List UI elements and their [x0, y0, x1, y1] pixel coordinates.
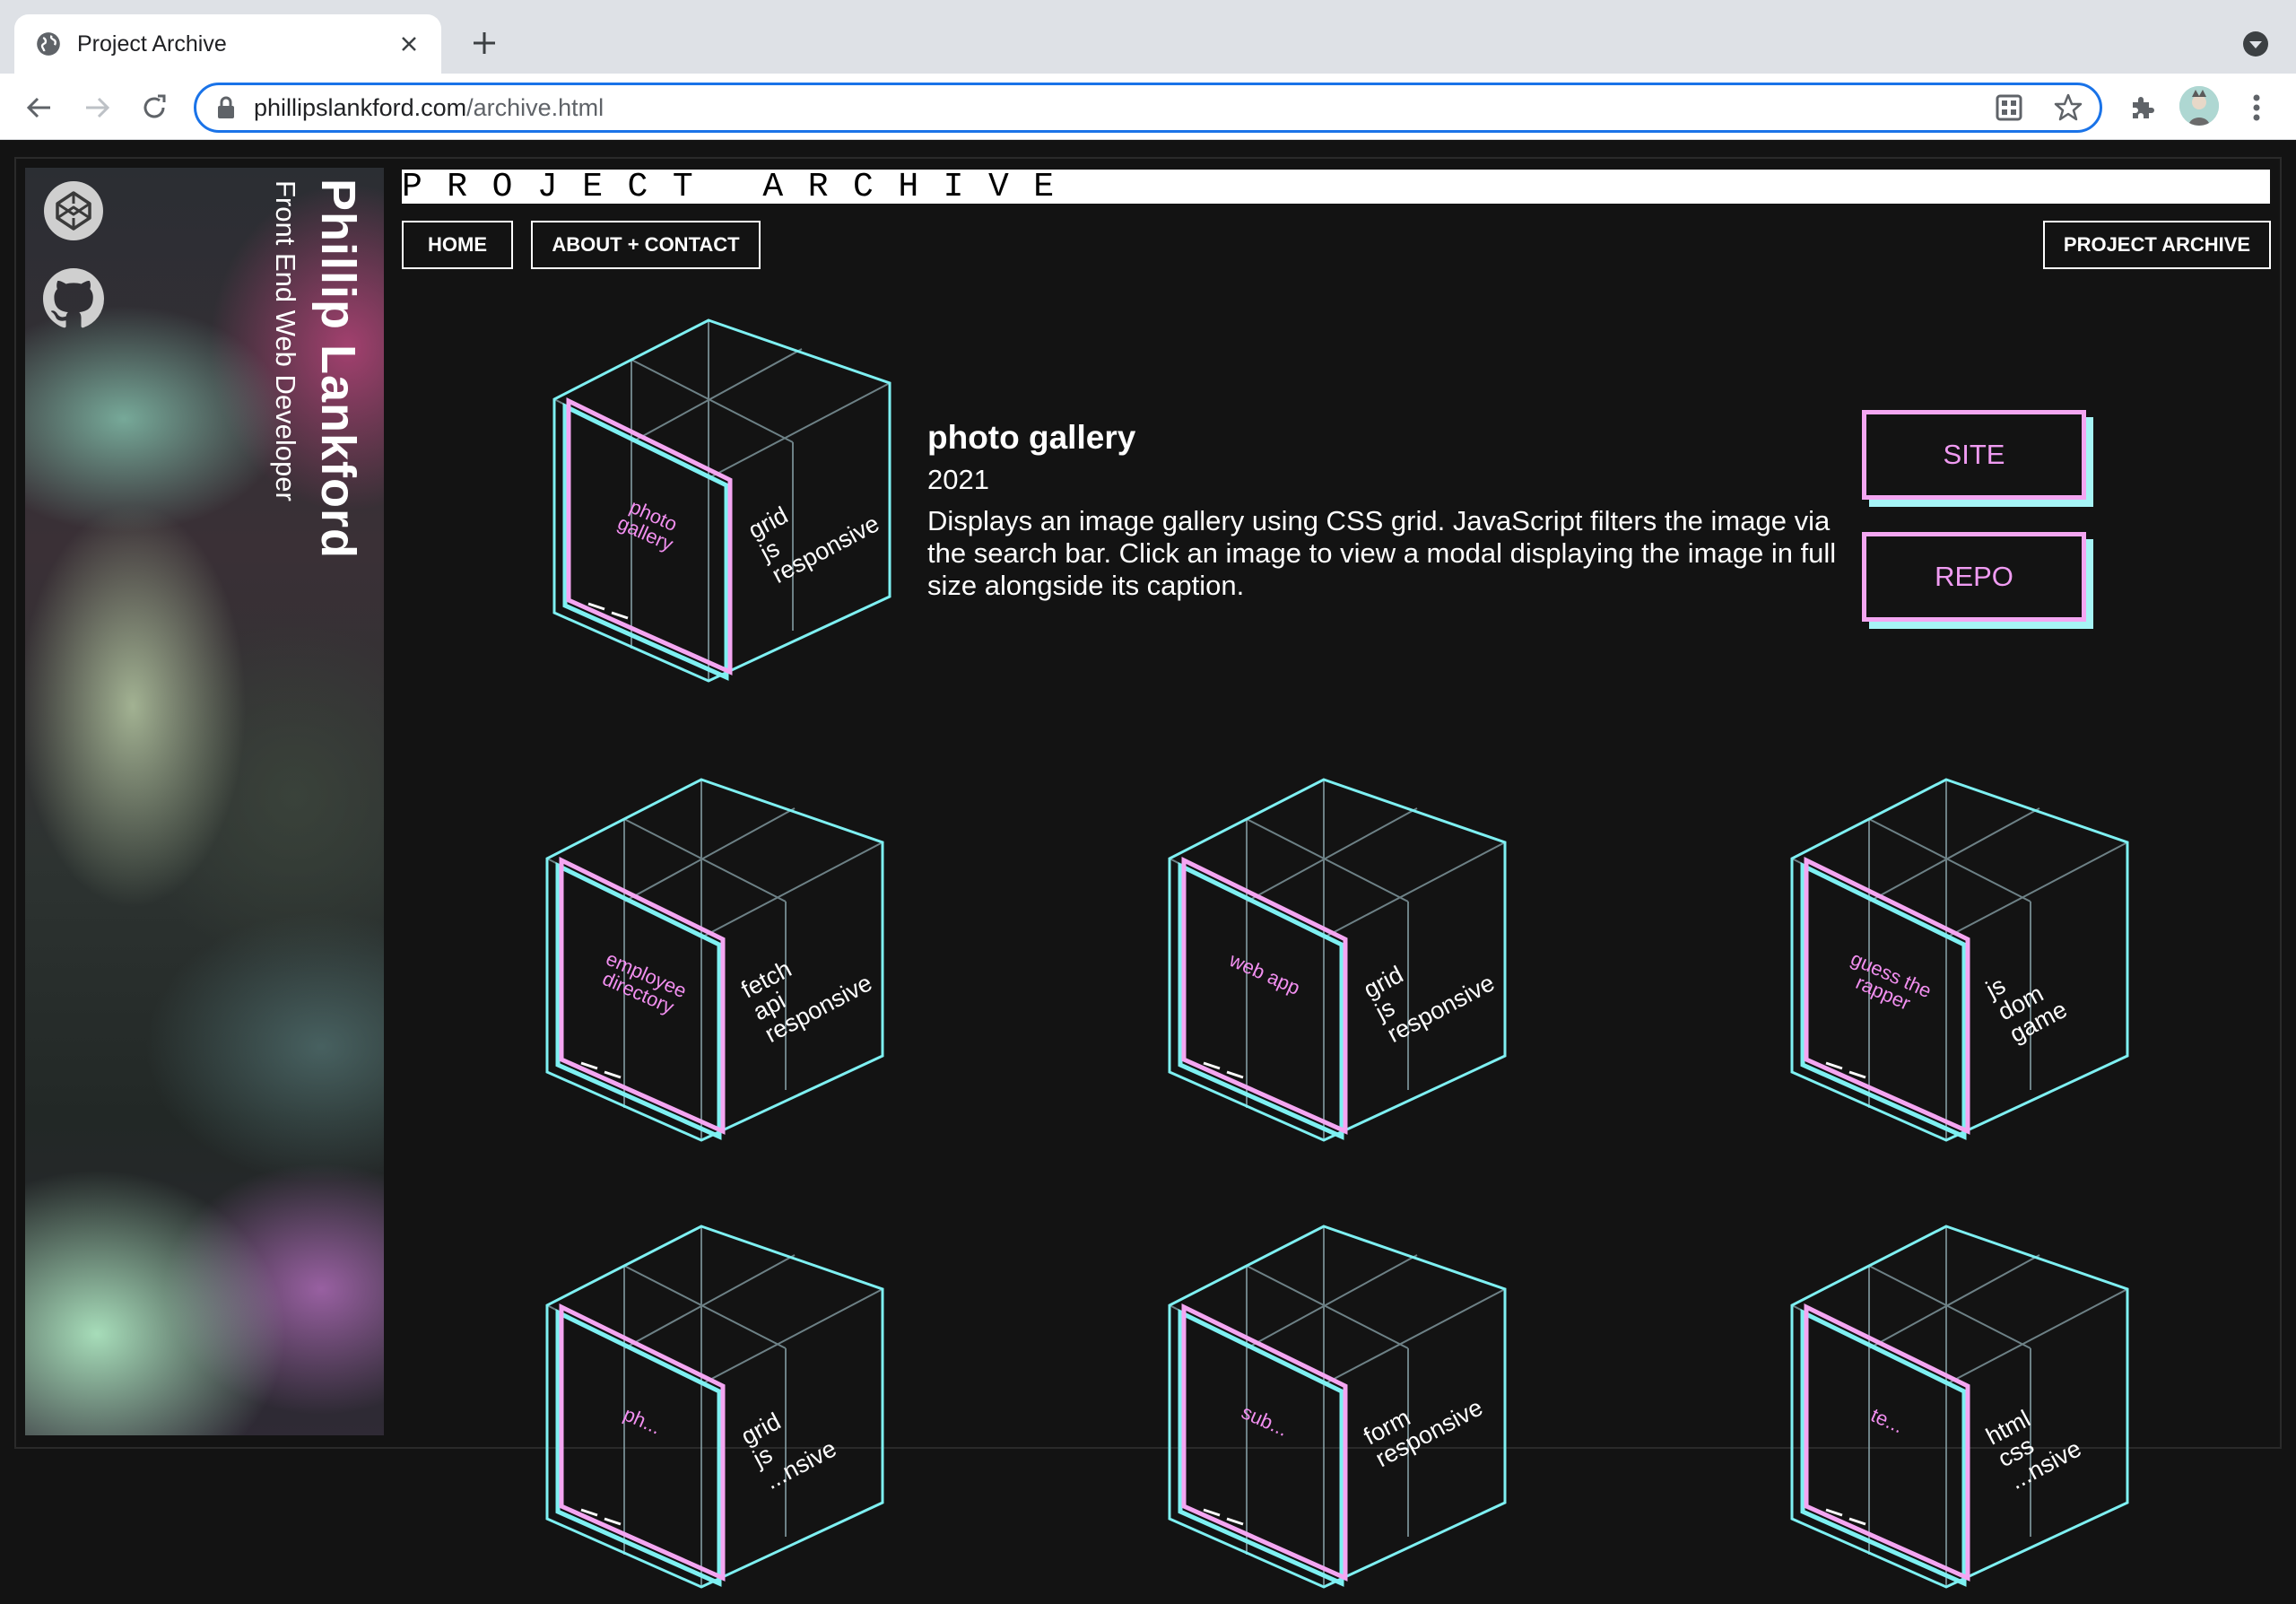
reload-icon[interactable]	[135, 88, 174, 127]
cube-wireframe	[1790, 778, 2129, 1142]
featured-project-cube[interactable]: photo gallery grid js responsive	[542, 308, 900, 693]
profile-avatar[interactable]	[2179, 86, 2219, 126]
project-cube[interactable]: web app grid js responsive	[1157, 767, 1516, 1153]
project-cube[interactable]: guess the rapper js dom game	[1779, 767, 2138, 1153]
featured-project-title: photo gallery	[927, 419, 1136, 456]
nav-about-contact-button[interactable]: ABOUT + CONTACT	[531, 221, 761, 269]
url-text: phillipslankford.com/archive.html	[254, 94, 604, 122]
featured-project-description: Displays an image gallery using CSS grid…	[927, 505, 1837, 601]
project-cube[interactable]: te... html css ...nsive	[1779, 1214, 2138, 1600]
browser-menu-icon[interactable]	[2237, 88, 2276, 127]
repo-button[interactable]: REPO	[1862, 532, 2086, 622]
lock-icon	[218, 96, 234, 118]
tab-search-icon[interactable]	[2239, 27, 2273, 61]
new-tab-icon[interactable]	[466, 25, 502, 61]
address-bar[interactable]: phillipslankford.com/archive.html	[194, 83, 2102, 133]
featured-project-year: 2021	[927, 464, 989, 495]
page-title-banner: PROJECT ARCHIVE	[402, 168, 2270, 206]
project-cube[interactable]: ph... grid js ...nsive	[535, 1214, 893, 1600]
cube-wireframe	[1790, 1225, 2129, 1589]
author-role: Front End Web Developer	[270, 180, 301, 501]
author-name: Phillip Lankford	[311, 179, 365, 560]
sidebar: Phillip Lankford Front End Web Developer	[25, 168, 384, 1435]
nav-project-archive-button[interactable]: PROJECT ARCHIVE	[2043, 221, 2271, 269]
project-cube[interactable]: sub... form responsive	[1157, 1214, 1516, 1600]
browser-tab[interactable]: Project Archive	[14, 14, 441, 74]
close-tab-icon[interactable]	[393, 28, 425, 60]
page-content: Phillip Lankford Front End Web Developer…	[0, 141, 2296, 1589]
extensions-puzzle-icon[interactable]	[2122, 88, 2161, 127]
page-title: PROJECT ARCHIVE	[402, 168, 1079, 206]
site-button[interactable]: SITE	[1862, 410, 2086, 500]
url-path: /archive.html	[466, 93, 604, 121]
tab-title: Project Archive	[77, 31, 227, 57]
forward-arrow-icon[interactable]	[77, 88, 117, 127]
globe-icon	[37, 32, 60, 56]
back-arrow-icon[interactable]	[20, 88, 59, 127]
bookmark-star-icon[interactable]	[2053, 92, 2083, 127]
github-icon[interactable]	[43, 268, 104, 329]
project-cube[interactable]: employee directory fetch api responsive	[535, 767, 893, 1153]
qr-code-icon[interactable]	[1994, 92, 2024, 127]
browser-toolbar: phillipslankford.com/archive.html	[0, 74, 2296, 140]
cube-wireframe	[545, 1225, 884, 1589]
url-domain: phillipslankford.com	[254, 93, 467, 121]
codepen-icon[interactable]	[43, 180, 104, 241]
browser-tabstrip: Project Archive	[0, 0, 2296, 74]
nav-home-button[interactable]: HOME	[402, 221, 513, 269]
